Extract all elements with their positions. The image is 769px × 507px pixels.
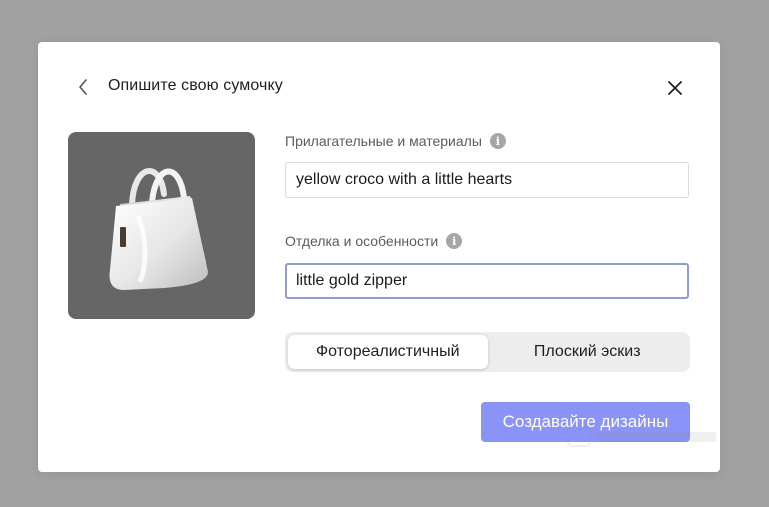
adjectives-label: Прилагательные и материалы i xyxy=(285,133,506,149)
option-photorealistic[interactable]: Фотореалистичный xyxy=(288,335,488,369)
chevron-left-icon xyxy=(79,79,87,95)
create-designs-button[interactable]: Создавайте дизайны xyxy=(481,402,690,442)
info-icon[interactable]: i xyxy=(489,133,506,149)
close-icon xyxy=(668,81,682,95)
bag-preview-image xyxy=(68,132,255,319)
info-icon[interactable]: i xyxy=(446,233,463,249)
details-label: Отделка и особенности i xyxy=(285,233,463,249)
style-toggle: Фотореалистичный Плоский эскиз xyxy=(285,332,690,372)
close-button[interactable] xyxy=(664,77,686,99)
option-flat-sketch[interactable]: Плоский эскиз xyxy=(488,335,688,369)
bag-illustration xyxy=(109,168,208,290)
describe-bag-dialog: Опишите свою сумочку Прилагательные и ма… xyxy=(38,42,720,472)
details-input[interactable] xyxy=(285,263,689,299)
adjectives-input[interactable] xyxy=(285,162,689,198)
back-button[interactable] xyxy=(72,76,94,98)
dialog-title: Опишите свою сумочку xyxy=(108,77,283,94)
